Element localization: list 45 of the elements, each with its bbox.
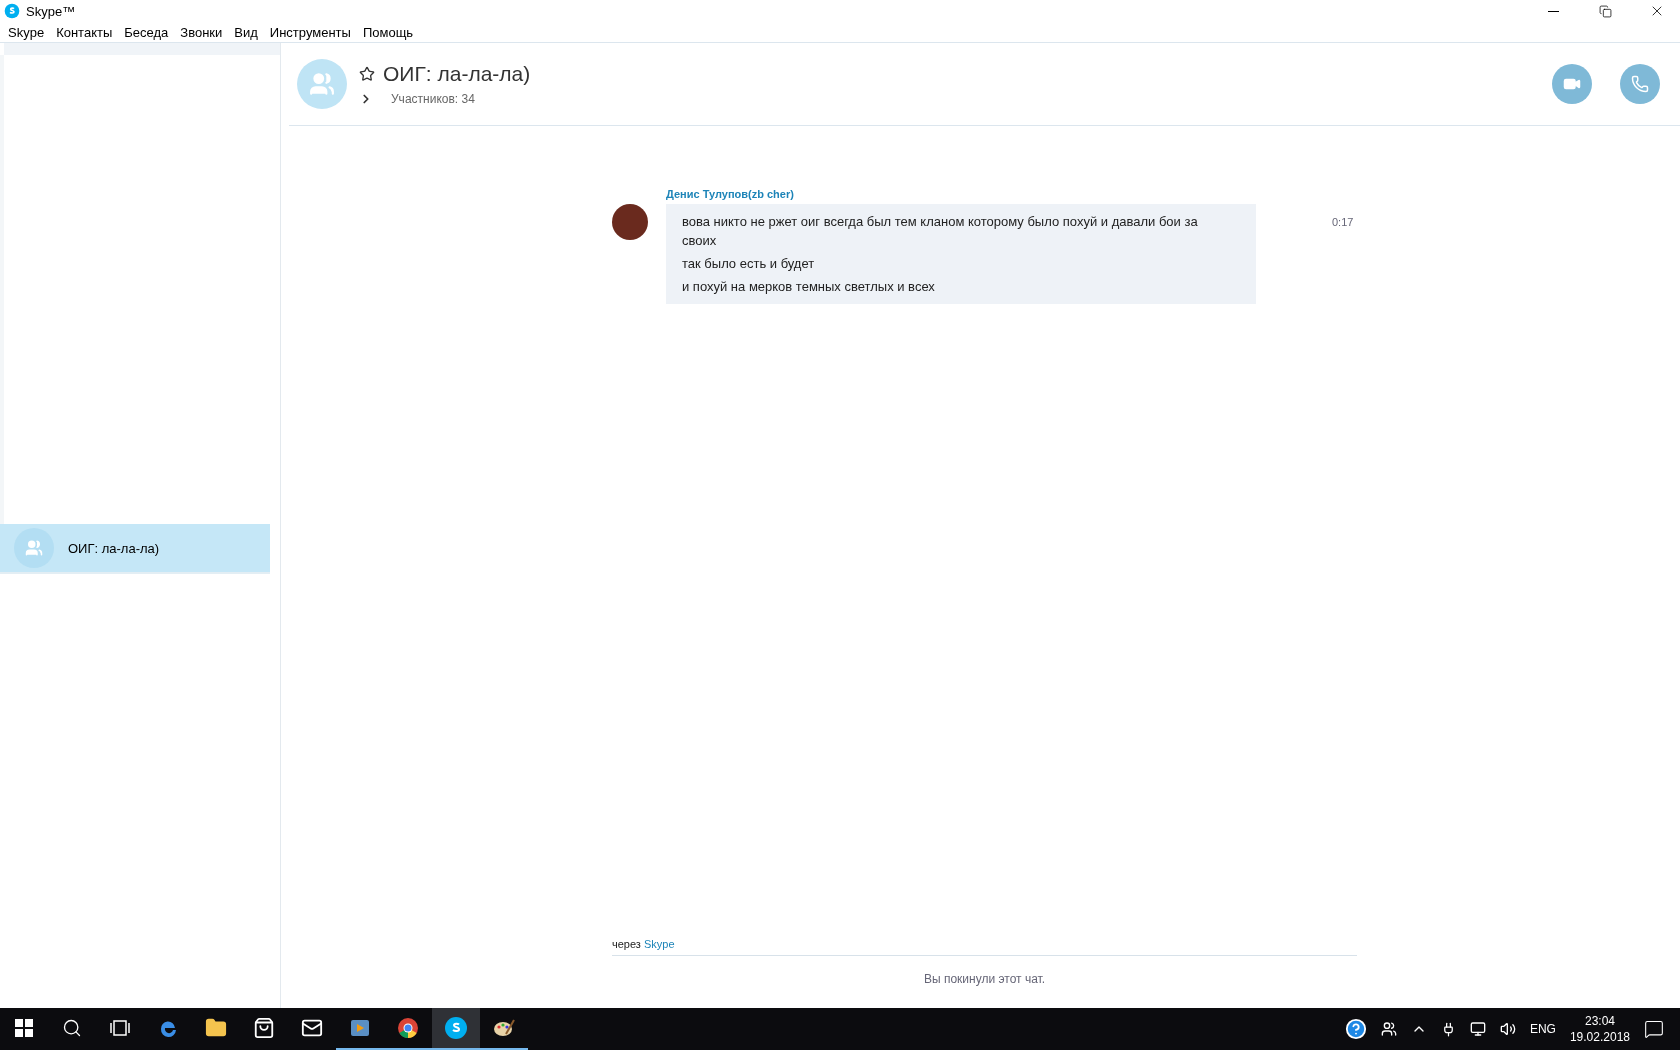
skype-link[interactable]: Skype bbox=[643, 938, 675, 950]
message-author: Денис Тулупов(zb cher) bbox=[666, 188, 795, 200]
folder-icon bbox=[205, 1017, 227, 1039]
people-icon[interactable] bbox=[1380, 1021, 1397, 1037]
menu-item[interactable]: Вид bbox=[228, 24, 264, 40]
menu-item[interactable]: Помощь bbox=[356, 24, 420, 40]
search-icon bbox=[62, 1018, 82, 1038]
help-icon[interactable] bbox=[1344, 1018, 1367, 1040]
minimize-icon bbox=[1547, 10, 1559, 12]
shopping-bag-icon bbox=[253, 1017, 275, 1039]
window-title: Skype™ bbox=[26, 3, 77, 19]
people-icon bbox=[309, 71, 335, 97]
taskbar-app-button[interactable] bbox=[432, 1008, 480, 1050]
menu-item[interactable]: Контакты bbox=[50, 24, 119, 40]
conversation-list-item[interactable]: ОИГ: ла-ла-ла) bbox=[0, 524, 270, 574]
mail-icon bbox=[301, 1017, 323, 1039]
participants-count: Участников: 34 bbox=[391, 92, 475, 106]
network-icon[interactable] bbox=[1469, 1021, 1486, 1037]
people-icon bbox=[25, 539, 43, 557]
media-player-icon bbox=[349, 1017, 371, 1039]
clock-time[interactable]: 23:04 bbox=[1584, 1013, 1615, 1029]
volume-icon[interactable] bbox=[1499, 1021, 1516, 1037]
message-text: и похуй на мерков темных светлых и всех bbox=[682, 278, 936, 296]
skype-logo-icon bbox=[4, 3, 20, 19]
skype-logo-icon bbox=[444, 1016, 468, 1040]
menu-item[interactable]: Skype bbox=[2, 24, 51, 40]
message-time: 0:17 bbox=[1332, 216, 1354, 228]
favorite-star-icon[interactable] bbox=[359, 66, 375, 82]
menu-item[interactable]: Инструменты bbox=[263, 24, 357, 40]
task-view-icon bbox=[110, 1019, 130, 1037]
left-chat-notice: Вы покинули этот чат. bbox=[923, 972, 1046, 986]
language-indicator[interactable]: ENG bbox=[1529, 1022, 1556, 1036]
conversation-title: ОИГ: ла-ла-ла) bbox=[383, 62, 531, 86]
menu-item[interactable]: Беседа bbox=[118, 24, 175, 40]
message-text: так было есть и будет bbox=[682, 255, 816, 273]
windows-logo-icon bbox=[15, 1019, 33, 1037]
menu-item[interactable]: Звонки bbox=[174, 24, 229, 40]
phone-icon bbox=[1631, 75, 1649, 93]
clock-date[interactable]: 19.02.2018 bbox=[1569, 1029, 1630, 1045]
avatar-placeholder bbox=[612, 204, 648, 240]
conversation-name: ОИГ: ла-ла-ла) bbox=[68, 540, 160, 556]
notifications-icon[interactable] bbox=[1644, 1019, 1664, 1039]
restore-icon bbox=[1598, 4, 1612, 18]
chrome-logo-icon bbox=[397, 1017, 419, 1039]
via-label: через bbox=[612, 938, 642, 950]
